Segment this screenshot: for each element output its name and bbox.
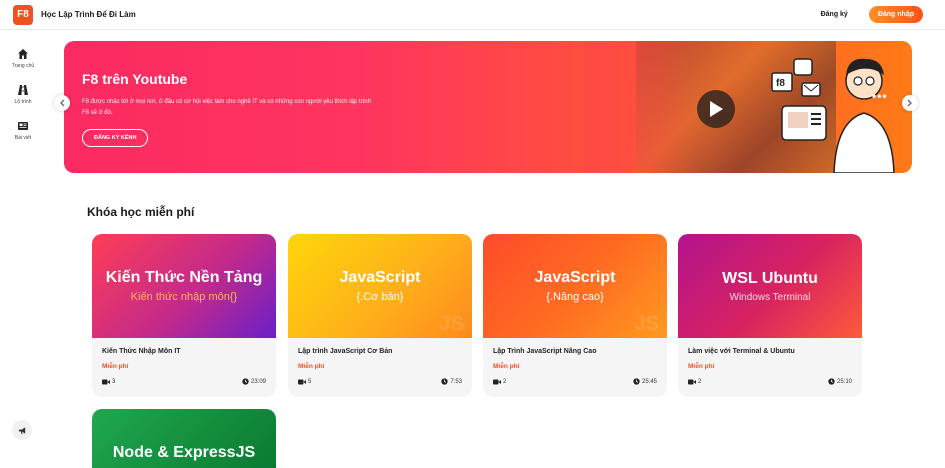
banner-prev-button[interactable] xyxy=(54,95,70,111)
sidebar-item-roadmap[interactable]: Lộ trình xyxy=(0,78,46,114)
thumbnail-title: Node & ExpressJS xyxy=(112,444,256,461)
video-camera-icon xyxy=(493,379,501,384)
course-thumbnail: WSL Ubuntu Windows Terminal xyxy=(678,234,862,338)
course-name: Lập Trình JavaScript Nâng Cao xyxy=(493,348,597,355)
video-camera-icon xyxy=(298,379,306,384)
thumbnail-title: WSL Ubuntu xyxy=(722,269,818,287)
course-thumbnail: Kiến Thức Nền Tảng Kiến thức nhập môn{} xyxy=(92,234,276,338)
chevron-left-icon xyxy=(60,99,65,107)
sidebar-item-label: Trang chủ xyxy=(11,63,35,69)
megaphone-icon xyxy=(18,426,25,434)
video-count-value: 3 xyxy=(112,378,116,385)
brand-title: Học Lập Trình Để Đi Làm xyxy=(41,10,136,19)
thumbnail-subtitle: Kiến thức nhập môn{} xyxy=(130,291,238,303)
road-icon xyxy=(18,85,28,95)
thumbnail-subtitle: {.Nâng cao} xyxy=(546,291,604,303)
subscribe-channel-button[interactable]: ĐĂNG KÝ KÊNH xyxy=(82,129,149,147)
banner-next-button[interactable] xyxy=(902,95,918,111)
sidebar-item-home[interactable]: Trang chủ xyxy=(0,42,46,78)
course-duration: 25:10 xyxy=(828,378,852,385)
sidebar-item-label: Bài viết xyxy=(14,135,32,141)
course-price: Miễn phí xyxy=(298,363,325,370)
course-duration: 23:09 xyxy=(242,378,266,385)
duration-value: 7:53 xyxy=(450,378,462,385)
video-count-value: 5 xyxy=(308,378,312,385)
sidebar-item-label: Lộ trình xyxy=(14,99,32,105)
course-duration: 7:53 xyxy=(441,378,462,385)
course-card[interactable]: Kiến Thức Nền Tảng Kiến thức nhập môn{} … xyxy=(92,234,276,397)
course-card[interactable]: JS JavaScript {.Nâng cao} Lập Trình Java… xyxy=(483,234,667,397)
clock-icon xyxy=(828,378,835,385)
video-count-value: 2 xyxy=(698,378,702,385)
course-price: Miễn phí xyxy=(493,363,520,370)
course-card[interactable]: Node & ExpressJS xyxy=(92,409,276,468)
course-name: Kiến Thức Nhập Môn IT xyxy=(102,348,181,355)
video-count-value: 2 xyxy=(503,378,507,385)
svg-text:f8: f8 xyxy=(776,78,785,89)
more-dots-icon: ••• xyxy=(872,89,888,103)
video-camera-icon xyxy=(688,379,696,384)
thumbnail-subtitle: {.Cơ bản} xyxy=(356,291,404,303)
character-illustration: f8 xyxy=(771,58,895,173)
thumbnail-title: Kiến Thức Nền Tảng xyxy=(105,269,263,286)
hero-banner[interactable]: F8 trên Youtube F8 được nhắc tới ở mọi n… xyxy=(64,41,912,173)
banner-title: F8 trên Youtube xyxy=(82,71,188,87)
f8-logo[interactable]: F8 xyxy=(13,4,33,25)
clock-icon xyxy=(242,378,249,385)
home-icon xyxy=(18,49,28,59)
course-thumbnail: Node & ExpressJS xyxy=(92,409,276,468)
course-thumbnail: JS JavaScript {.Nâng cao} xyxy=(483,234,667,338)
course-price: Miễn phí xyxy=(688,363,715,370)
section-title: Khóa học miễn phí xyxy=(87,205,195,219)
sidebar-item-blog[interactable]: Bài viết xyxy=(0,114,46,150)
duration-value: 23:09 xyxy=(250,378,266,385)
register-link[interactable]: Đăng ký xyxy=(821,11,848,18)
video-count: 2 xyxy=(688,378,701,385)
thumbnail-title: JavaScript xyxy=(534,269,616,286)
course-duration: 25:45 xyxy=(633,378,657,385)
duration-value: 25:10 xyxy=(836,378,852,385)
video-camera-icon xyxy=(102,379,110,384)
video-count: 5 xyxy=(298,378,311,385)
clock-icon xyxy=(441,378,448,385)
sidebar: Trang chủ Lộ trình Bài viết xyxy=(0,42,46,150)
top-header: F8 Học Lập Trình Để Đi Làm Đăng ký Đăng … xyxy=(0,0,945,30)
course-price: Miễn phí xyxy=(102,363,129,370)
duration-value: 25:45 xyxy=(641,378,657,385)
thumbnail-title: JavaScript xyxy=(339,269,421,286)
video-count: 3 xyxy=(102,378,115,385)
course-card[interactable]: JS JavaScript {.Cơ bản} Lập trình JavaSc… xyxy=(288,234,472,397)
course-name: Lập trình JavaScript Cơ Bản xyxy=(298,348,393,355)
course-name: Làm việc với Terminal & Ubuntu xyxy=(688,348,795,355)
course-thumbnail: JS JavaScript {.Cơ bản} xyxy=(288,234,472,338)
login-button[interactable]: Đăng nhập xyxy=(868,6,923,23)
play-video-button[interactable] xyxy=(697,90,735,128)
newspaper-icon xyxy=(18,122,28,130)
thumbnail-subtitle: Windows Terminal xyxy=(729,291,811,303)
announcement-button[interactable] xyxy=(12,420,32,440)
banner-description: F8 được nhắc tới ở mọi nơi, ở đâu có cơ … xyxy=(82,99,371,116)
chevron-right-icon xyxy=(907,99,912,107)
video-count: 2 xyxy=(493,378,506,385)
clock-icon xyxy=(633,378,640,385)
play-icon xyxy=(710,101,723,117)
course-card[interactable]: WSL Ubuntu Windows Terminal Làm việc với… xyxy=(678,234,862,397)
